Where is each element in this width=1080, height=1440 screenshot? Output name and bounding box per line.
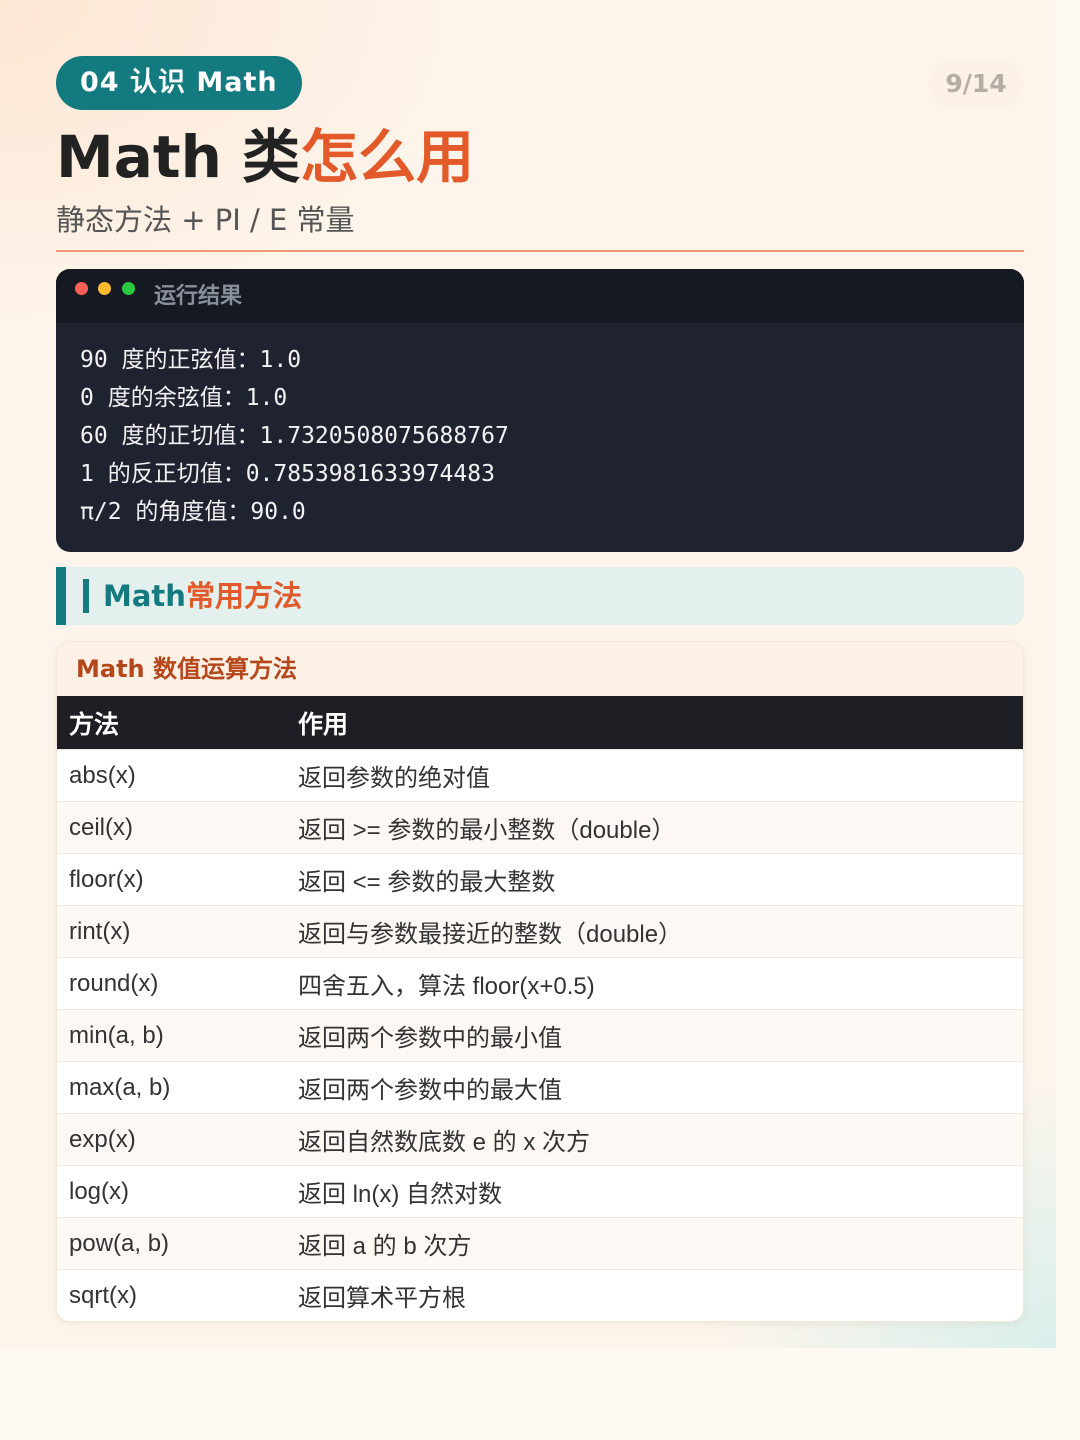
window-minimize-dot-icon [98, 282, 111, 295]
section-heading: Math常用方法 [56, 567, 1024, 625]
method-cell: sqrt(x) [57, 1269, 286, 1321]
title-accent: 怎么用 [300, 123, 475, 191]
table-row: round(x) 四舍五入，算法 floor(x+0.5) [57, 957, 1023, 1010]
purpose-cell: 返回 >= 参数的最小整数（double） [286, 801, 1023, 854]
chapter-tag: 04 认识 Math [56, 56, 302, 110]
table-header-row: 方法 作用 [57, 696, 1023, 750]
method-cell: min(a, b) [57, 1009, 286, 1062]
terminal-line: π/2 的角度值：90.0 [80, 499, 306, 525]
window-maximize-dot-icon [122, 282, 135, 295]
table-card-title: Math 数值运算方法 [57, 642, 1023, 696]
method-cell: rint(x) [57, 905, 286, 958]
purpose-cell: 返回与参数最接近的整数（double） [286, 905, 1023, 958]
table-row: log(x) 返回 ln(x) 自然对数 [57, 1165, 1023, 1218]
section-accent-bar [56, 567, 66, 625]
method-cell: pow(a, b) [57, 1217, 286, 1270]
purpose-cell: 四舍五入，算法 floor(x+0.5) [286, 957, 1023, 1010]
table-row: max(a, b) 返回两个参数中的最大值 [57, 1061, 1023, 1114]
terminal-title: 运行结果 [154, 284, 243, 309]
methods-table: 方法 作用 abs(x) 返回参数的绝对值 ceil(x) 返回 >= 参数的最… [57, 696, 1023, 1321]
table-row: abs(x) 返回参数的绝对值 [57, 749, 1023, 802]
section-marker [83, 579, 89, 613]
section-title: Math常用方法 [103, 577, 302, 615]
method-cell: round(x) [57, 957, 286, 1010]
terminal-line: 90 度的正弦值：1.0 [80, 347, 302, 373]
column-header-purpose: 作用 [286, 696, 1023, 750]
table-row: min(a, b) 返回两个参数中的最小值 [57, 1009, 1023, 1062]
method-cell: floor(x) [57, 853, 286, 906]
terminal-line: 60 度的正切值：1.7320508075688767 [80, 423, 509, 449]
method-cell: abs(x) [57, 749, 286, 802]
purpose-cell: 返回 <= 参数的最大整数 [286, 853, 1023, 906]
purpose-cell: 返回自然数底数 e 的 x 次方 [286, 1113, 1023, 1166]
table-row: rint(x) 返回与参数最接近的整数（double） [57, 905, 1023, 958]
methods-table-card: Math 数值运算方法 方法 作用 abs(x) 返回参数的绝对值 ceil(x… [56, 641, 1024, 1322]
purpose-cell: 返回参数的绝对值 [286, 749, 1023, 802]
purpose-cell: 返回 a 的 b 次方 [286, 1217, 1023, 1270]
header-divider [56, 250, 1024, 252]
section-title-part2: 常用方法 [185, 579, 302, 613]
table-row: pow(a, b) 返回 a 的 b 次方 [57, 1217, 1023, 1270]
method-cell: exp(x) [57, 1113, 286, 1166]
terminal-line: 0 度的余弦值：1.0 [80, 385, 288, 411]
title-main: Math 类 [56, 123, 301, 191]
method-cell: max(a, b) [57, 1061, 286, 1114]
purpose-cell: 返回算术平方根 [286, 1269, 1023, 1321]
purpose-cell: 返回 ln(x) 自然对数 [286, 1165, 1023, 1218]
table-row: exp(x) 返回自然数底数 e 的 x 次方 [57, 1113, 1023, 1166]
terminal-output: 90 度的正弦值：1.0 0 度的余弦值：1.0 60 度的正切值：1.7320… [56, 323, 1024, 531]
terminal-header: 运行结果 [56, 269, 1024, 323]
purpose-cell: 返回两个参数中的最小值 [286, 1009, 1023, 1062]
page-title: Math 类怎么用 [56, 124, 474, 190]
section-title-part1: Math [103, 579, 186, 613]
column-header-method: 方法 [57, 696, 286, 750]
method-cell: log(x) [57, 1165, 286, 1218]
terminal-window: 运行结果 90 度的正弦值：1.0 0 度的余弦值：1.0 60 度的正切值：1… [56, 269, 1024, 552]
table-row: ceil(x) 返回 >= 参数的最小整数（double） [57, 801, 1023, 854]
page-subtitle: 静态方法 + PI / E 常量 [56, 203, 355, 237]
table-row: sqrt(x) 返回算术平方根 [57, 1269, 1023, 1321]
page-number-badge: 9/14 [928, 60, 1024, 108]
table-row: floor(x) 返回 <= 参数的最大整数 [57, 853, 1023, 906]
terminal-line: 1 的反正切值：0.7853981633974483 [80, 461, 495, 487]
method-cell: ceil(x) [57, 801, 286, 854]
window-close-dot-icon [75, 282, 88, 295]
purpose-cell: 返回两个参数中的最大值 [286, 1061, 1023, 1114]
